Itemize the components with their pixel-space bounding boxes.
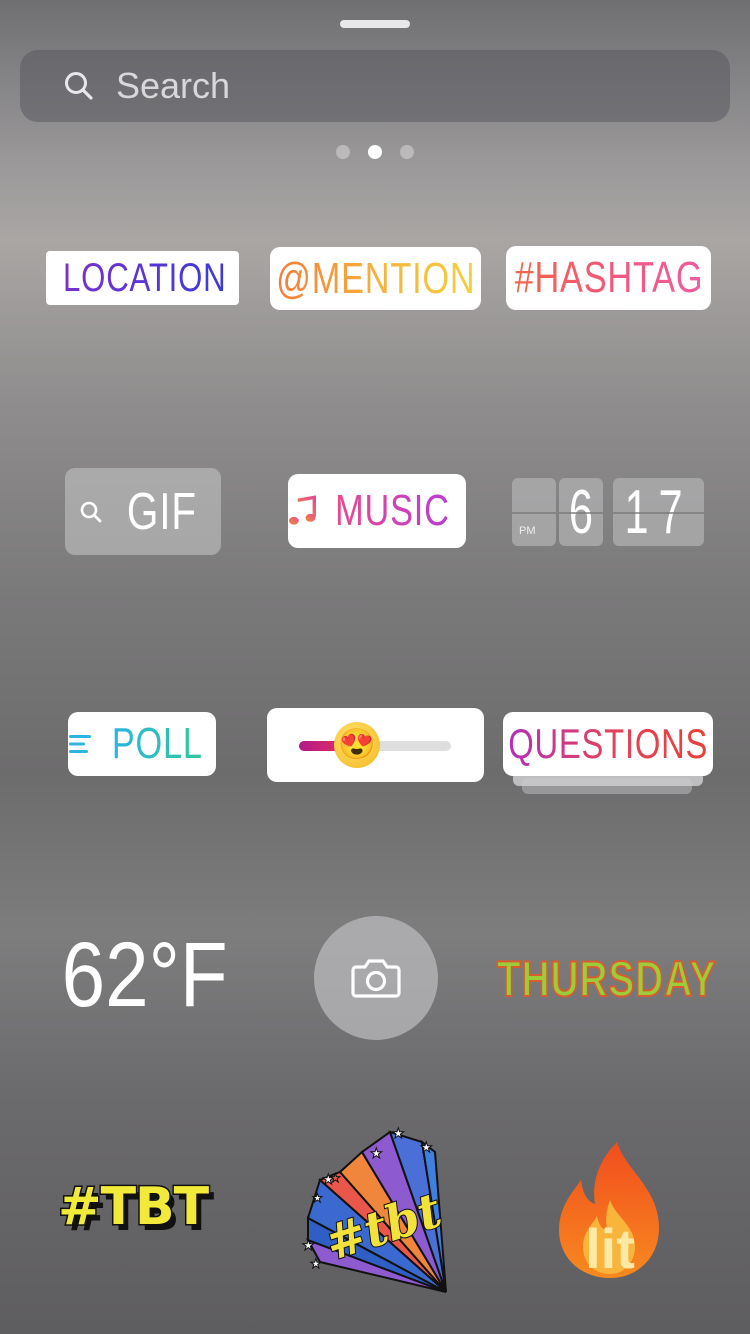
svg-text:★: ★ [392, 1125, 405, 1141]
gif-label: GIF [127, 482, 197, 541]
tbt-label: #TBT [58, 1177, 210, 1237]
tbt-fireworks-graphic: #tbt ★ ★ ★ ★ ★ ★ ★ ★ [302, 1125, 449, 1293]
temperature-value: 62°F [61, 923, 229, 1026]
clock-meridiem-tile: PM [512, 478, 556, 546]
tbt-sticker[interactable]: #TBT #TBT [55, 1170, 230, 1244]
tbt-fireworks-sticker[interactable]: #tbt ★ ★ ★ ★ ★ ★ ★ ★ [300, 1122, 450, 1297]
slider-emoji-handle[interactable]: 😍 [333, 722, 380, 768]
hashtag-sticker[interactable]: #HASHTAG [506, 246, 711, 310]
poll-sticker[interactable]: POLL [68, 712, 216, 776]
clock-hour-tile: 6 [559, 478, 603, 547]
temperature-sticker[interactable]: 62°F [55, 923, 235, 1026]
day-sticker[interactable]: THURSDAY [497, 948, 717, 1010]
svg-text:★: ★ [302, 1237, 315, 1253]
page-dot [336, 145, 350, 159]
search-icon [65, 72, 93, 100]
music-note-icon [288, 495, 317, 525]
hashtag-label: #HASHTAG [514, 253, 703, 302]
mention-label: @MENTION [275, 253, 476, 303]
lit-flame-sticker[interactable]: lit [555, 1140, 665, 1280]
svg-text:★: ★ [370, 1145, 383, 1161]
camera-sticker-button[interactable] [314, 916, 438, 1040]
music-label: MUSIC [335, 486, 450, 535]
search-input[interactable]: Search [116, 65, 230, 107]
svg-text:★: ★ [420, 1139, 433, 1155]
location-sticker[interactable]: LOCATION [46, 251, 239, 305]
questions-label: QUESTIONS [508, 720, 708, 767]
poll-lines-icon [68, 735, 91, 753]
svg-text:★: ★ [312, 1191, 323, 1205]
page-dot-active [368, 145, 382, 159]
drag-handle[interactable] [340, 20, 410, 28]
questions-sticker[interactable]: QUESTIONS [503, 712, 713, 776]
lit-label: lit [585, 1217, 635, 1280]
clock-minute-tile: 17 [613, 478, 704, 547]
svg-text:★: ★ [310, 1256, 322, 1271]
poll-label: POLL [111, 719, 203, 768]
location-label: LOCATION [62, 255, 227, 300]
lit-flame-graphic: lit [559, 1142, 659, 1280]
page-dot [400, 145, 414, 159]
gif-sticker[interactable]: GIF [65, 468, 221, 555]
emoji-slider-sticker[interactable]: 😍 [267, 708, 484, 782]
tbt-graphic: #TBT #TBT [57, 1176, 216, 1244]
mention-sticker[interactable]: @MENTION [270, 247, 481, 310]
svg-text:★: ★ [330, 1171, 341, 1185]
page-indicator [0, 145, 750, 159]
camera-icon [351, 959, 401, 998]
search-bar[interactable]: Search [20, 50, 730, 122]
search-icon [80, 501, 102, 522]
clock-meridiem: PM [519, 525, 536, 537]
music-sticker[interactable]: MUSIC [288, 474, 466, 548]
day-label: THURSDAY [497, 950, 717, 1008]
